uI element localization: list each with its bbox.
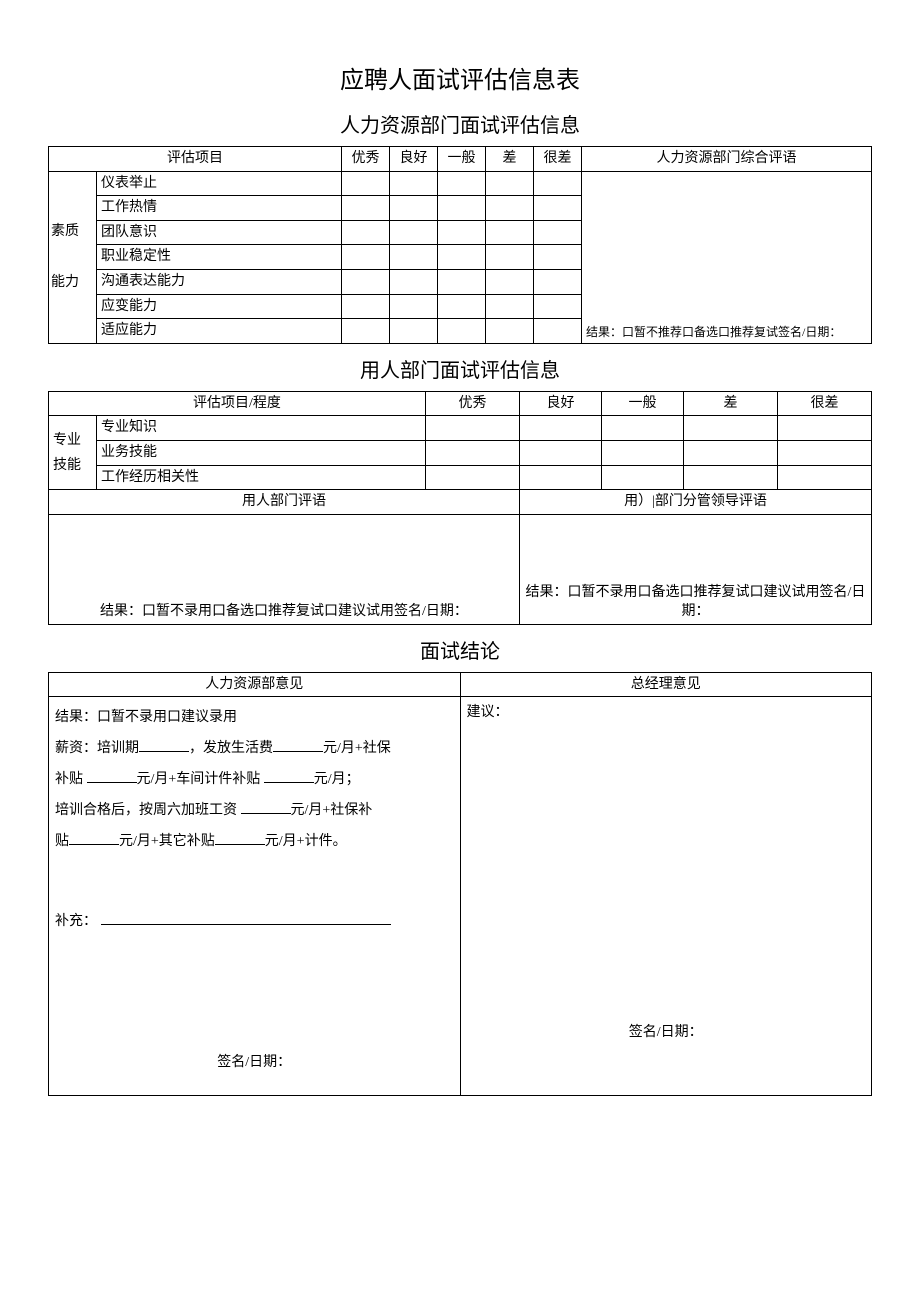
row-label: 应变能力 (97, 294, 342, 319)
col-rating-2: 一般 (602, 391, 684, 416)
hr-supplement-line: 补充： (55, 907, 454, 938)
col-item: 评估项目/程度 (49, 391, 426, 416)
row-label: 沟通表达能力 (97, 269, 342, 294)
table-row: 素质能力 仪表举止 结果：口暂不推荐口备选口推荐复试签名/日期： (49, 171, 872, 196)
hr-result-line: 结果：口暂不录用口建议录用 (55, 703, 454, 734)
gm-opinion-area[interactable]: 建议： 签名/日期： (460, 697, 872, 1096)
col-rating-1: 良好 (390, 147, 438, 172)
gm-sign-date: 签名/日期： (467, 1023, 866, 1043)
col-rating-0: 优秀 (426, 391, 520, 416)
section2-heading: 用人部门面试评估信息 (48, 354, 872, 383)
dept-eval-table: 评估项目/程度 优秀 良好 一般 差 很差 专业技能 专业知识 业务技能 工作经… (48, 391, 872, 625)
row-label: 适应能力 (97, 319, 342, 344)
hr-comment-area[interactable]: 结果：口暂不推荐口备选口推荐复试签名/日期： (582, 171, 872, 343)
table-row: 专业技能 专业知识 (49, 416, 872, 441)
gm-suggest-label: 建议： (467, 703, 866, 723)
col-rating-1: 良好 (520, 391, 602, 416)
rating-cell[interactable] (342, 171, 390, 196)
hr-salary-line: 培训合格后，按周六加班工资 元/月+社保补 (55, 796, 454, 827)
col-item: 评估项目 (49, 147, 342, 172)
dept-comment-area[interactable]: 结果：口暂不录用口备选口推荐复试口建议试用签名/日期： (49, 514, 520, 624)
hr-salary-line: 贴元/月+其它补贴元/月+计件。 (55, 827, 454, 858)
row-label: 专业知识 (97, 416, 426, 441)
table-row: 业务技能 (49, 440, 872, 465)
page-title: 应聘人面试评估信息表 (48, 60, 872, 95)
col-comment: 人力资源部门综合评语 (582, 147, 872, 172)
col-rating-0: 优秀 (342, 147, 390, 172)
hr-sign-date: 签名/日期： (55, 938, 454, 1089)
hr-eval-table: 评估项目 优秀 良好 一般 差 很差 人力资源部门综合评语 素质能力 仪表举止 … (48, 146, 872, 344)
group-label: 素质能力 (49, 171, 97, 343)
rating-cell[interactable] (438, 171, 486, 196)
row-label: 仪表举止 (97, 171, 342, 196)
section3-heading: 面试结论 (48, 635, 872, 664)
row-label: 职业稳定性 (97, 245, 342, 270)
row-label: 工作热情 (97, 196, 342, 221)
col-rating-3: 差 (684, 391, 778, 416)
hr-salary-line: 薪资：培训期，发放生活费元/月+社保 (55, 734, 454, 765)
rating-cell[interactable] (534, 171, 582, 196)
dept-comment-hdr: 用人部门评语 (49, 490, 520, 515)
rating-cell[interactable] (486, 171, 534, 196)
col-rating-4: 很差 (778, 391, 872, 416)
rating-cell[interactable] (390, 171, 438, 196)
hr-opinion-hdr: 人力资源部意见 (49, 672, 461, 697)
col-rating-2: 一般 (438, 147, 486, 172)
group-label: 专业技能 (49, 416, 97, 490)
gm-opinion-hdr: 总经理意见 (460, 672, 872, 697)
section1-heading: 人力资源部门面试评估信息 (48, 109, 872, 138)
table-row: 工作经历相关性 (49, 465, 872, 490)
leader-comment-hdr: 用）|部门分管领导评语 (520, 490, 872, 515)
leader-comment-area[interactable]: 结果：口暂不录用口备选口推荐复试口建议试用签名/日期： (520, 514, 872, 624)
row-label: 业务技能 (97, 440, 426, 465)
hr-salary-line: 补贴 元/月+车间计件补贴 元/月； (55, 765, 454, 796)
col-rating-4: 很差 (534, 147, 582, 172)
col-rating-3: 差 (486, 147, 534, 172)
hr-opinion-area[interactable]: 结果：口暂不录用口建议录用 薪资：培训期，发放生活费元/月+社保 补贴 元/月+… (49, 697, 461, 1096)
conclusion-table: 人力资源部意见 总经理意见 结果：口暂不录用口建议录用 薪资：培训期，发放生活费… (48, 672, 872, 1096)
row-label: 团队意识 (97, 220, 342, 245)
row-label: 工作经历相关性 (97, 465, 426, 490)
